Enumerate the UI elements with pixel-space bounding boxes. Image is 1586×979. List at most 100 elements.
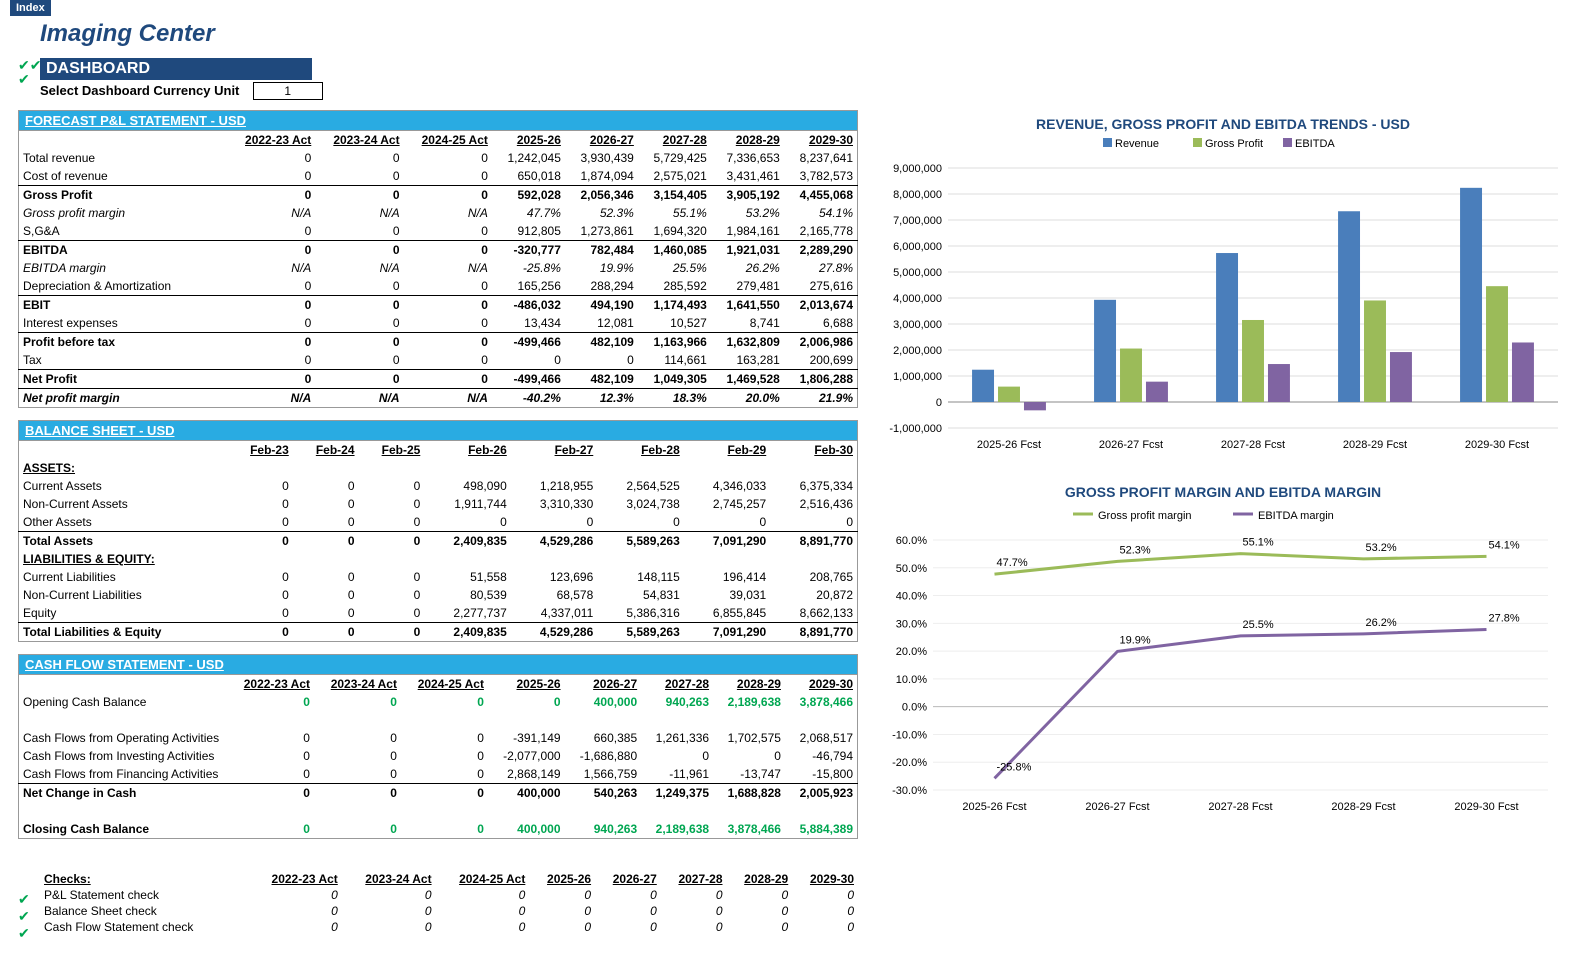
currency-input[interactable]: 1 bbox=[253, 82, 323, 100]
cell-value: 165,256 bbox=[492, 277, 565, 296]
cell-value: 912,805 bbox=[492, 222, 565, 241]
cell-value: 12,081 bbox=[565, 314, 638, 333]
index-button[interactable]: Index bbox=[10, 0, 51, 16]
check-icon: ✔ bbox=[18, 891, 40, 908]
cell-value: 200,699 bbox=[784, 351, 858, 370]
cell-value: -2,077,000 bbox=[488, 747, 565, 765]
cell-value: 3,431,461 bbox=[711, 167, 784, 186]
svg-text:27.8%: 27.8% bbox=[1489, 612, 1520, 624]
cell-value: 2,189,638 bbox=[713, 693, 785, 711]
cell-value: 1,911,744 bbox=[424, 495, 510, 513]
cell-value: 2,516,436 bbox=[770, 495, 857, 513]
cell-value: 3,930,439 bbox=[565, 149, 638, 167]
cell-value: 0 bbox=[227, 149, 315, 167]
svg-text:EBITDA margin: EBITDA margin bbox=[1258, 510, 1334, 522]
cell-value: 494,190 bbox=[565, 296, 638, 315]
cell-value: -11,961 bbox=[641, 765, 713, 784]
cell-value: 0 bbox=[293, 532, 359, 551]
cell-value: 13,434 bbox=[492, 314, 565, 333]
cell-value: 0 bbox=[227, 495, 293, 513]
svg-text:4,000,000: 4,000,000 bbox=[893, 293, 942, 305]
cell-value: 7,091,290 bbox=[684, 623, 770, 642]
cell-value: 0 bbox=[248, 919, 342, 935]
cell-value: 0 bbox=[404, 314, 492, 333]
cell-value: 2,056,346 bbox=[565, 186, 638, 205]
cell-value: 4,529,286 bbox=[511, 623, 597, 642]
cell-value: 51,558 bbox=[424, 568, 510, 586]
cell-value: 27.8% bbox=[784, 259, 858, 277]
cell-value: 1,460,085 bbox=[638, 241, 711, 260]
cell-value: 20.0% bbox=[711, 389, 784, 408]
cell-value: N/A bbox=[315, 389, 403, 408]
financial-table: Feb-23Feb-24Feb-25Feb-26Feb-27Feb-28Feb-… bbox=[18, 440, 858, 642]
svg-text:47.7%: 47.7% bbox=[997, 557, 1028, 569]
cell-value: 0 bbox=[661, 887, 727, 903]
cell-value: 20,872 bbox=[770, 586, 857, 604]
cell-value: 0 bbox=[792, 919, 858, 935]
column-header: 2028-29 bbox=[727, 871, 793, 887]
cell-value: 1,174,493 bbox=[638, 296, 711, 315]
svg-text:7,000,000: 7,000,000 bbox=[893, 215, 942, 227]
checks-header: Checks: bbox=[40, 871, 248, 887]
row-label: P&L Statement check bbox=[40, 887, 248, 903]
column-header: 2027-28 bbox=[661, 871, 727, 887]
column-header: 2023-24 Act bbox=[315, 131, 403, 150]
cell-value: 3,782,573 bbox=[784, 167, 858, 186]
svg-text:0.0%: 0.0% bbox=[902, 702, 927, 714]
cell-value: N/A bbox=[315, 204, 403, 222]
cell-value: 4,529,286 bbox=[511, 532, 597, 551]
cell-value: 0 bbox=[359, 623, 425, 642]
cell-value: 0 bbox=[227, 747, 314, 765]
cell-value: 54,831 bbox=[597, 586, 683, 604]
cell-value: 1,984,161 bbox=[711, 222, 784, 241]
cell-value: 0 bbox=[227, 370, 315, 389]
cell-value: 0 bbox=[314, 693, 401, 711]
cell-value: 5,589,263 bbox=[597, 623, 683, 642]
cell-value: 0 bbox=[315, 186, 403, 205]
cell-value: 2,068,517 bbox=[785, 729, 858, 747]
row-label: Total Assets bbox=[19, 532, 228, 551]
cell-value: 2,013,674 bbox=[784, 296, 858, 315]
cell-value: 3,878,466 bbox=[713, 820, 785, 839]
svg-text:19.9%: 19.9% bbox=[1120, 634, 1151, 646]
cell-value: 0 bbox=[293, 623, 359, 642]
cell-value: -15,800 bbox=[785, 765, 858, 784]
cell-value bbox=[565, 711, 642, 729]
row-label: Non-Current Assets bbox=[19, 495, 228, 513]
cell-value: 0 bbox=[315, 296, 403, 315]
svg-text:8,000,000: 8,000,000 bbox=[893, 189, 942, 201]
cell-value: 400,000 bbox=[488, 784, 565, 803]
cell-value: 0 bbox=[792, 887, 858, 903]
row-label: Cash Flows from Financing Activities bbox=[19, 765, 228, 784]
cell-value: 0 bbox=[404, 167, 492, 186]
cell-value: 0 bbox=[727, 903, 793, 919]
svg-text:50.0%: 50.0% bbox=[896, 563, 927, 575]
cell-value: 498,090 bbox=[424, 477, 510, 495]
cell-value: 8,891,770 bbox=[770, 532, 857, 551]
cell-value bbox=[785, 802, 858, 820]
row-label: Cost of revenue bbox=[19, 167, 228, 186]
cell-value: 0 bbox=[248, 887, 342, 903]
cell-value: 12.3% bbox=[565, 389, 638, 408]
cell-value: 1,049,305 bbox=[638, 370, 711, 389]
row-label: Other Assets bbox=[19, 513, 228, 532]
cell-value: 3,310,330 bbox=[511, 495, 597, 513]
cell-value: 0 bbox=[404, 277, 492, 296]
cell-value: 0 bbox=[404, 351, 492, 370]
cell-value bbox=[314, 802, 401, 820]
svg-text:55.1%: 55.1% bbox=[1243, 537, 1274, 549]
svg-text:60.0%: 60.0% bbox=[896, 535, 927, 547]
column-header: 2027-28 bbox=[641, 675, 713, 694]
cell-value bbox=[401, 802, 488, 820]
column-header: 2025-26 bbox=[492, 131, 565, 150]
cell-value: 5,386,316 bbox=[597, 604, 683, 623]
cell-value: 0 bbox=[359, 513, 425, 532]
financial-table: 2022-23 Act2023-24 Act2024-25 Act2025-26… bbox=[18, 130, 858, 408]
column-header: Feb-30 bbox=[770, 441, 857, 460]
cell-value: 2,289,290 bbox=[784, 241, 858, 260]
column-header: 2024-25 Act bbox=[401, 675, 488, 694]
svg-text:2028-29 Fcst: 2028-29 Fcst bbox=[1331, 801, 1395, 813]
cell-value: 400,000 bbox=[488, 820, 565, 839]
cell-value: 1,261,336 bbox=[641, 729, 713, 747]
row-label: Equity bbox=[19, 604, 228, 623]
